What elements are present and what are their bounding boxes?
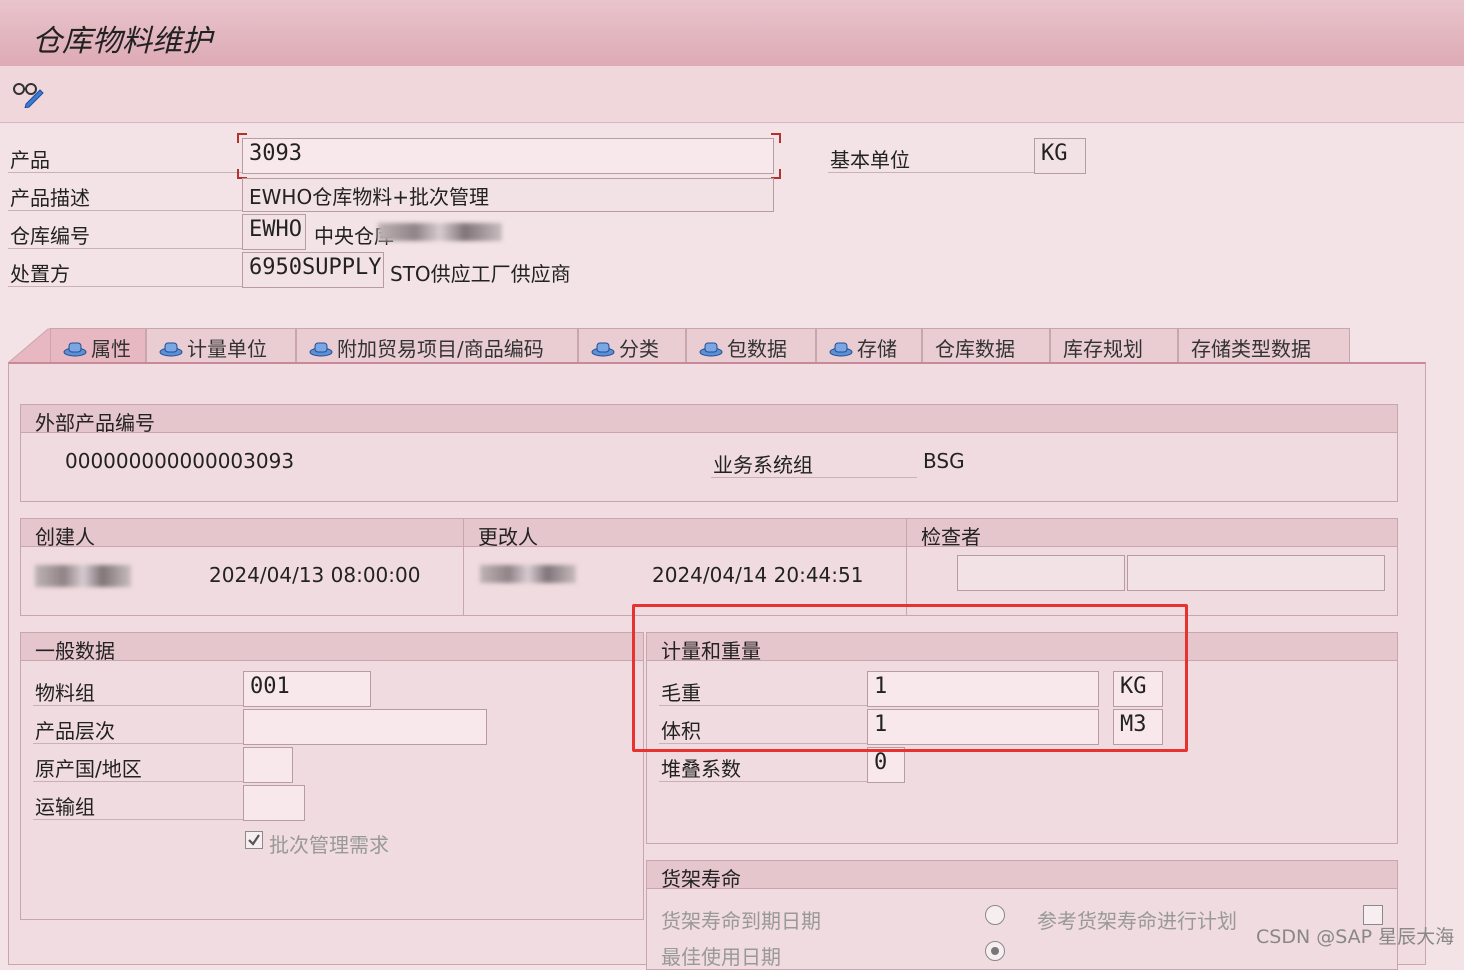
party-label-underline — [8, 286, 242, 287]
tab-label: 存储 — [857, 337, 897, 361]
external-number: 000000000000003093 — [65, 449, 295, 473]
tab-storage-type-data[interactable]: 存储类型数据 — [1178, 328, 1350, 362]
application-toolbar — [0, 66, 1464, 123]
desc-label-underline — [8, 210, 242, 211]
redacted-user — [35, 565, 131, 587]
tab-label: 分类 — [619, 337, 659, 361]
party-label: 处置方 — [10, 262, 70, 286]
label-underline — [33, 705, 243, 706]
stacking-factor-label: 堆叠系数 — [661, 757, 741, 781]
batch-label: 批次管理需求 — [269, 833, 389, 857]
tab-trade-items[interactable]: 附加贸易项目/商品编码 — [296, 328, 578, 362]
created-timestamp: 2024/04/13 08:00:00 — [209, 563, 421, 587]
label-underline — [659, 781, 867, 782]
checker-field-2 — [1127, 555, 1385, 591]
redacted-user — [480, 565, 576, 583]
hat-icon — [63, 342, 87, 357]
highlight-annotation — [632, 604, 1188, 752]
shelf-life-group: 货架寿命 货架寿命到期日期 参考货架寿命进行计划 最佳使用日期 — [646, 860, 1398, 970]
focus-corner — [237, 133, 247, 143]
warehouse-label-underline — [8, 248, 242, 249]
base-unit-underline — [828, 172, 1034, 173]
product-label-underline — [8, 172, 242, 173]
changed-group: 更改人 2024/04/14 20:44:51 — [463, 518, 907, 616]
tab-label: 仓库数据 — [935, 337, 1015, 361]
hierarchy-label: 产品层次 — [35, 719, 115, 743]
base-unit-label: 基本单位 — [830, 148, 910, 172]
focus-corner — [771, 133, 781, 143]
title-bar: 仓库物料维护 — [0, 0, 1464, 67]
group-header: 外部产品编号 — [21, 405, 1397, 435]
desc-label: 产品描述 — [10, 186, 90, 210]
checker-field-1 — [957, 555, 1125, 591]
external-product-group: 外部产品编号 000000000000003093 业务系统组 BSG — [20, 404, 1398, 502]
warehouse-label: 仓库编号 — [10, 224, 90, 248]
group-header: 检查者 — [907, 519, 1397, 549]
hierarchy-input[interactable] — [243, 709, 487, 745]
transport-group-label: 运输组 — [35, 795, 95, 819]
tab-units-of-measure[interactable]: 计量单位 — [146, 328, 296, 362]
check-icon — [248, 834, 260, 846]
window-title: 仓库物料维护 — [32, 24, 212, 59]
hat-icon — [591, 342, 615, 357]
tab-label: 附加贸易项目/商品编码 — [337, 337, 544, 361]
party-name: STO供应工厂供应商 — [390, 262, 571, 286]
glasses-edit-icon[interactable] — [12, 80, 44, 108]
stacking-factor-input[interactable]: 0 — [867, 747, 905, 783]
group-header: 货架寿命 — [647, 861, 1397, 891]
label-underline — [33, 819, 243, 820]
expiry-date-label: 货架寿命到期日期 — [661, 909, 821, 933]
material-group-label: 物料组 — [35, 681, 95, 705]
created-group: 创建人 2024/04/13 08:00:00 — [20, 518, 464, 616]
shelf-life-plan-label: 参考货架寿命进行计划 — [1037, 909, 1237, 933]
base-unit-field: KG — [1034, 138, 1086, 174]
radio-dot — [991, 947, 999, 955]
tab-label: 计量单位 — [187, 337, 267, 361]
label-underline — [33, 781, 243, 782]
tab-classification[interactable]: 分类 — [578, 328, 686, 362]
tab-stock-planning[interactable]: 库存规划 — [1050, 328, 1178, 362]
group-header: 一般数据 — [21, 633, 643, 663]
transport-group-input[interactable] — [243, 785, 305, 821]
product-label: 产品 — [10, 148, 50, 172]
batch-checkbox[interactable] — [245, 831, 263, 849]
checker-group: 检查者 — [906, 518, 1398, 616]
hat-icon — [829, 342, 853, 357]
hat-icon — [309, 342, 333, 357]
general-data-group: 一般数据 物料组 001 产品层次 原产国/地区 运输组 批次管理需求 — [20, 632, 644, 920]
tab-label: 库存规划 — [1063, 337, 1143, 361]
country-input[interactable] — [243, 747, 293, 783]
bsg-value: BSG — [923, 449, 965, 473]
country-label: 原产国/地区 — [35, 757, 142, 781]
tab-attributes[interactable]: 属性 — [50, 328, 146, 362]
watermark: CSDN @SAP 星辰大海 — [1256, 926, 1455, 948]
expiry-date-radio[interactable] — [985, 905, 1005, 925]
tab-label: 包数据 — [727, 337, 787, 361]
tab-label: 存储类型数据 — [1191, 337, 1311, 361]
description-field: EWHO仓库物料+批次管理 — [242, 178, 774, 212]
material-group-input[interactable]: 001 — [243, 671, 371, 707]
redacted-block — [378, 223, 502, 241]
tab-label: 属性 — [91, 337, 131, 361]
bsg-label: 业务系统组 — [713, 453, 813, 477]
best-before-radio[interactable] — [985, 941, 1005, 961]
tab-storage[interactable]: 存储 — [816, 328, 922, 362]
warehouse-code-field: EWHO — [242, 214, 306, 250]
hat-icon — [159, 342, 183, 357]
tab-packaging-data[interactable]: 包数据 — [686, 328, 816, 362]
party-code-field: 6950SUPPLY — [242, 252, 384, 288]
group-header: 更改人 — [464, 519, 906, 549]
label-underline — [33, 743, 243, 744]
tab-strip: 属性 计量单位 附加贸易项目/商品编码 分类 包数据 存储 仓库数据 库存规划 … — [8, 328, 1424, 364]
bsg-label-underline — [711, 477, 917, 478]
hat-icon — [699, 342, 723, 357]
changed-timestamp: 2024/04/14 20:44:51 — [652, 563, 864, 587]
tab-warehouse-data[interactable]: 仓库数据 — [922, 328, 1050, 362]
group-header: 创建人 — [21, 519, 463, 549]
best-before-label: 最佳使用日期 — [661, 945, 781, 969]
product-input[interactable]: 3093 — [242, 138, 774, 174]
